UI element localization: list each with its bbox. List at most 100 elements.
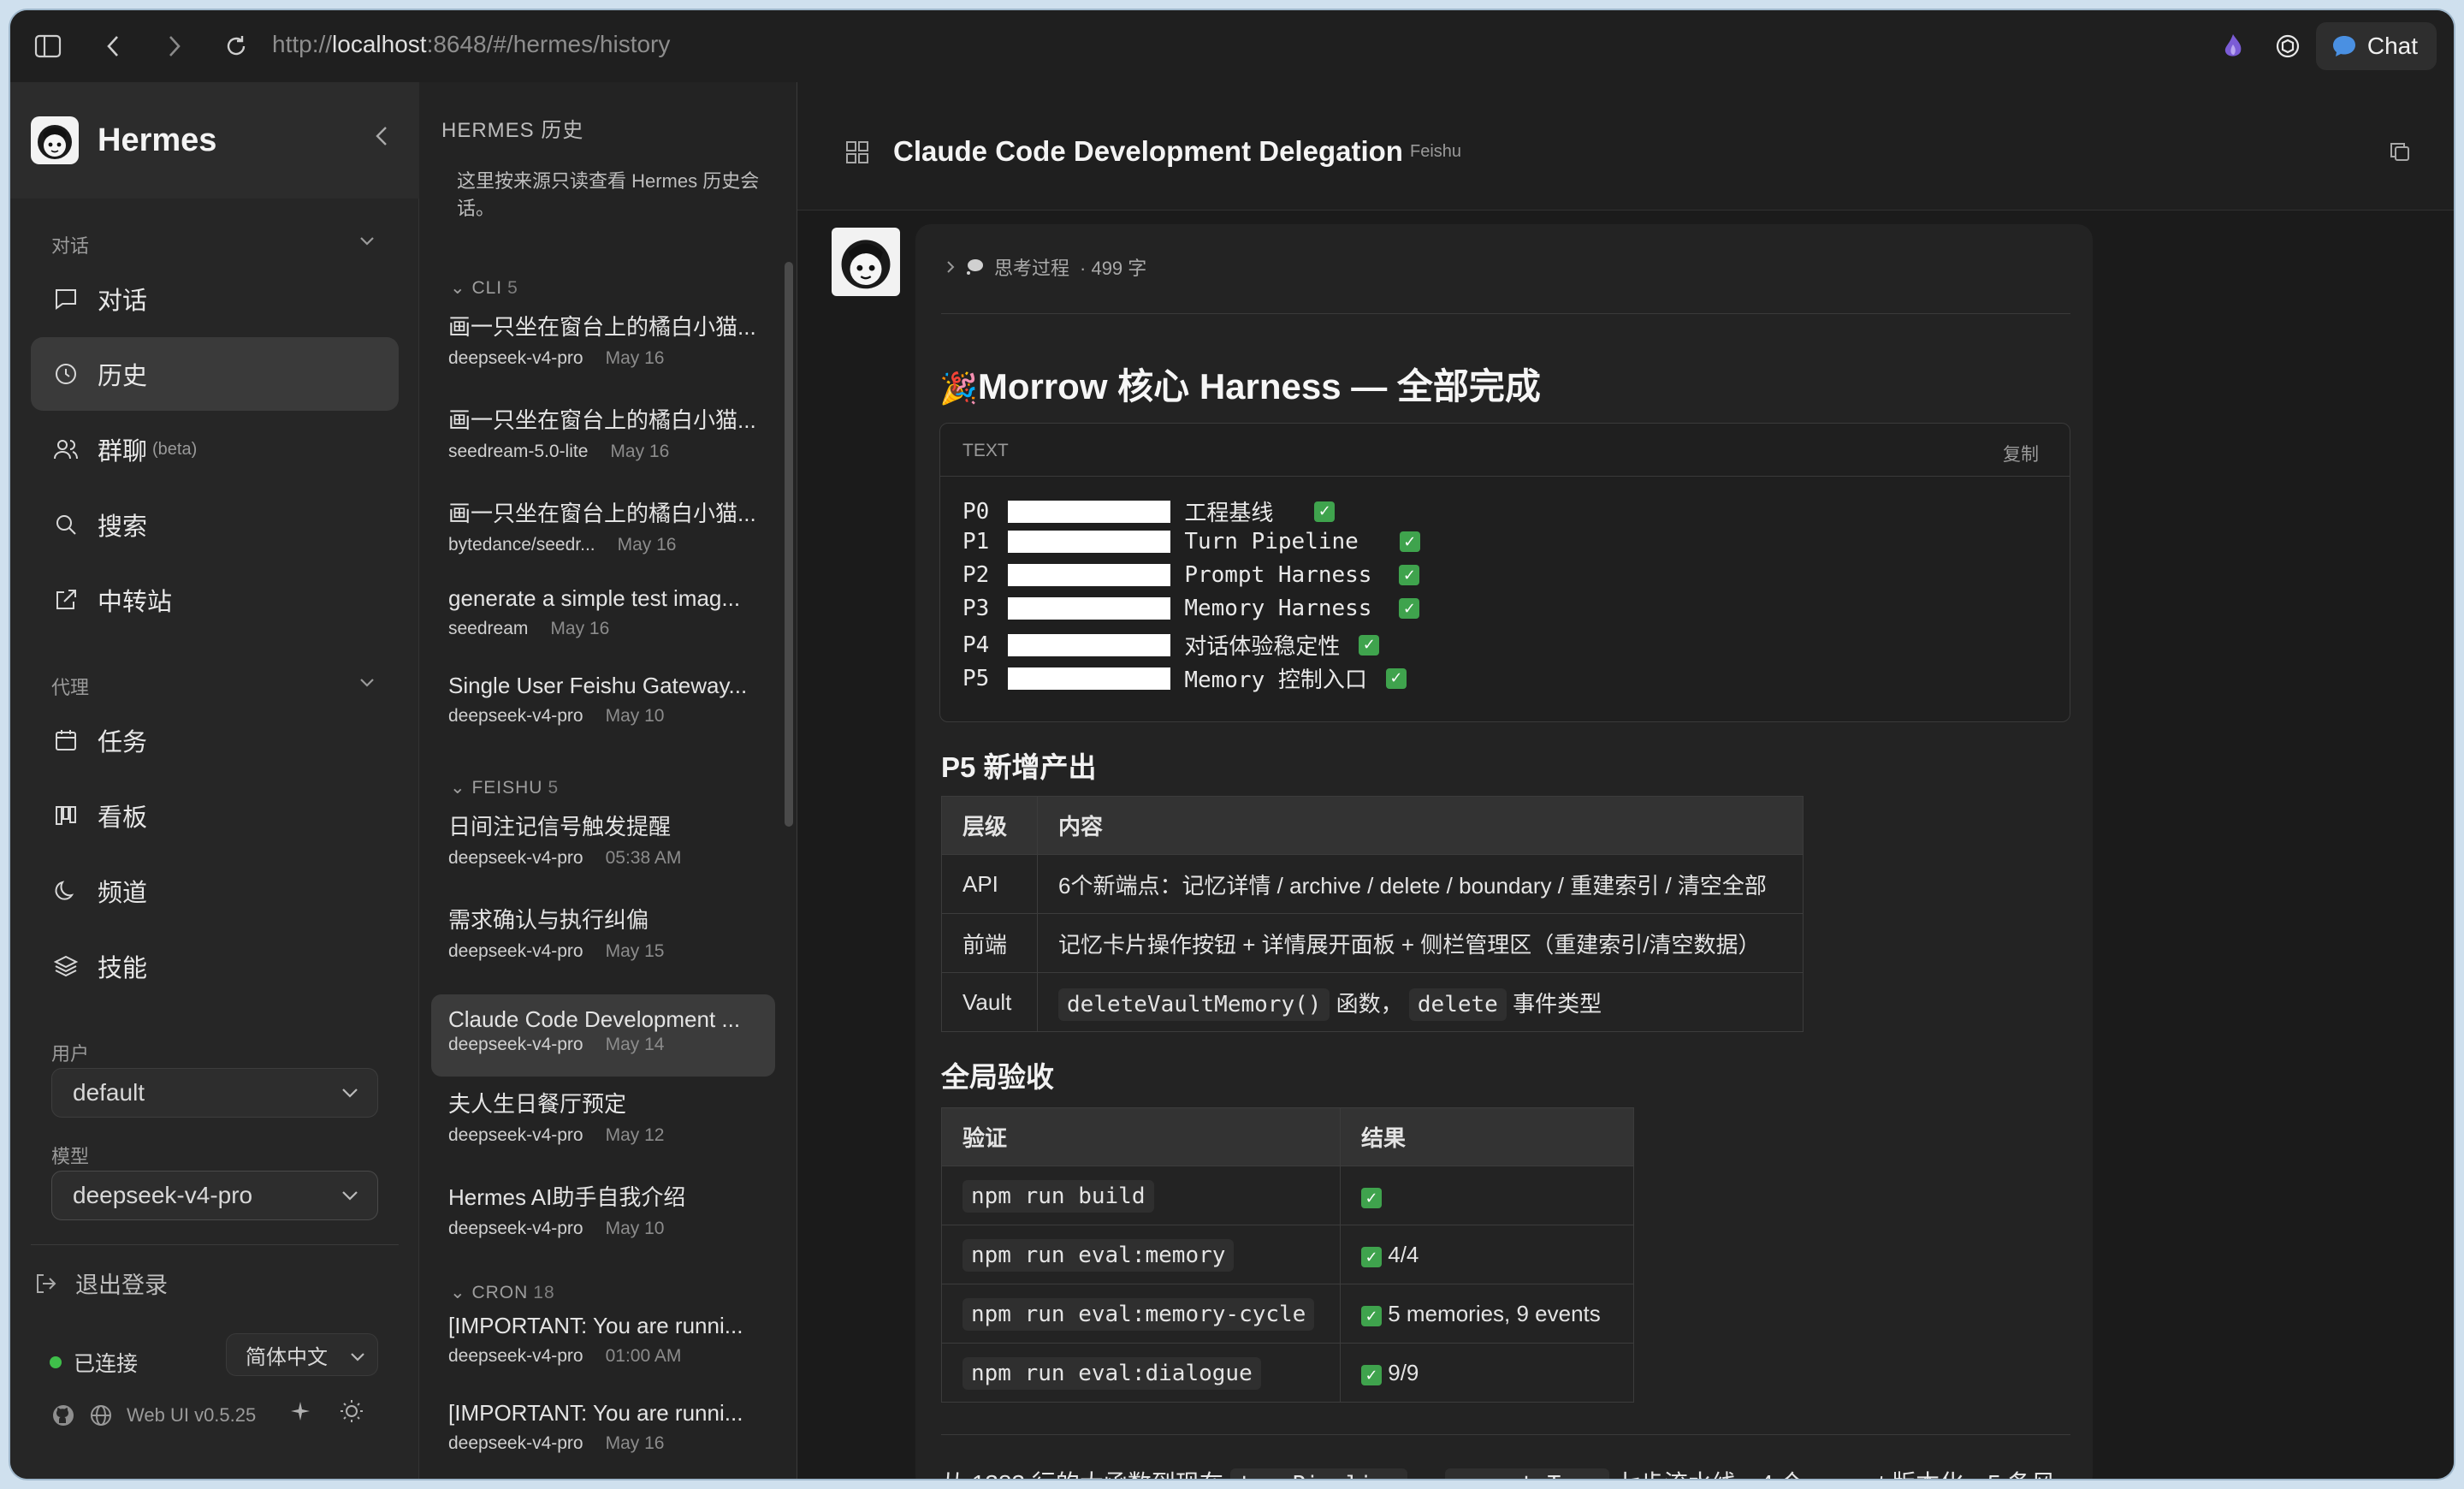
arrow: →	[1414, 1470, 1438, 1479]
table-header: 结果	[1340, 1107, 1634, 1166]
history-item-date: May 12	[605, 1125, 665, 1145]
nav-item-kanban[interactable]: 看板	[31, 779, 399, 852]
history-item-model: deepseek-v4-pro	[448, 1346, 583, 1366]
history-item-model: deepseek-v4-pro	[448, 348, 583, 368]
table-header: 层级	[941, 796, 1038, 855]
thinking-toggle[interactable]: 思考过程 · 499 字	[946, 253, 1146, 281]
nav-item-tasks[interactable]: 任务	[31, 703, 399, 777]
table-row: npm run build ✓	[941, 1166, 1634, 1225]
inline-code: npm run eval:memory-cycle	[962, 1297, 1315, 1331]
check-icon: ✓	[1361, 1365, 1382, 1385]
history-panel: HERMES 历史 这里按来源只读查看 Hermes 历史会话。 ⌄ CLI 5 …	[419, 82, 797, 1479]
nav-item-group-chat[interactable]: 群聊 (beta)	[31, 412, 399, 486]
section-agent-header[interactable]: 代理	[51, 673, 374, 700]
user-select-value: default	[73, 1079, 145, 1106]
table-row: npm run eval:memory ✓ 4/4	[941, 1225, 1634, 1284]
code-line: P3 Memory Harness ✓	[962, 596, 1420, 621]
group-count: 5	[548, 778, 560, 798]
history-item-title: generate a simple test imag...	[448, 585, 741, 611]
history-item[interactable]: 画一只坐在窗台上的橘白小猫... deepseek-v4-pro May 16	[431, 298, 775, 380]
kanban-icon	[56, 806, 76, 825]
nav-item-search[interactable]: 搜索	[31, 488, 399, 561]
table-header-row: 层级 内容	[941, 796, 1804, 855]
nav-item-skills[interactable]: 技能	[31, 929, 399, 1003]
table-header: 验证	[941, 1107, 1341, 1166]
table-cell: 6个新端点：记忆详情 / archive / delete / boundary…	[1037, 854, 1804, 914]
section-chat-label: 对话	[51, 235, 90, 257]
clock-icon	[56, 364, 76, 384]
code-line: P1 Turn Pipeline ✓	[962, 529, 1420, 555]
group-cli-header[interactable]: ⌄ CLI 5	[450, 277, 518, 299]
nav-item-history[interactable]: 历史	[31, 337, 399, 411]
extension-openai-icon[interactable]	[2271, 29, 2305, 63]
reload-icon[interactable]	[219, 29, 253, 63]
group-count: 18	[533, 1283, 555, 1302]
address-bar[interactable]: http://localhost:8648/#/hermes/history	[272, 31, 670, 58]
history-item[interactable]: 画一只坐在窗台上的橘白小猫... seedream-5.0-lite May 16	[431, 391, 775, 473]
inline-code: npm run build	[962, 1179, 1154, 1213]
collapse-sidebar-icon[interactable]	[375, 125, 388, 154]
result-text: 4/4	[1388, 1241, 1419, 1267]
status-label: 已连接	[74, 1352, 139, 1376]
back-icon[interactable]	[96, 29, 130, 63]
model-select[interactable]: deepseek-v4-pro	[51, 1171, 378, 1220]
nav-item-label: 群聊	[98, 438, 148, 466]
nav-item-channels[interactable]: 频道	[31, 854, 399, 928]
language-select[interactable]: 简体中文	[226, 1333, 378, 1376]
forward-icon[interactable]	[157, 29, 192, 63]
github-icon[interactable]	[51, 1403, 75, 1427]
group-count: 5	[507, 278, 518, 298]
sparkle-icon[interactable]	[289, 1400, 311, 1427]
history-item-date: 01:00 AM	[605, 1346, 682, 1366]
history-item-date: May 16	[617, 535, 677, 555]
history-item-selected[interactable]: Claude Code Development ... deepseek-v4-…	[431, 994, 775, 1077]
sidebar-toggle-icon[interactable]	[31, 29, 65, 63]
brand-header: Hermes	[10, 82, 419, 199]
history-item[interactable]: generate a simple test imag... seedream M…	[431, 573, 775, 656]
nav-item-chat[interactable]: 对话	[31, 262, 399, 335]
code-block: TEXT 复制 P0 工程基线 ✓ P1 Turn Pipeline ✓ P2 Promp…	[939, 423, 2070, 722]
history-item[interactable]: 画一只坐在窗台上的橘白小猫... bytedance/seedr... May 1…	[431, 484, 775, 567]
history-item[interactable]: 夫人生日餐厅预定 deepseek-v4-pro May 12	[431, 1075, 775, 1157]
thinking-count: · 499 字	[1080, 258, 1147, 279]
history-item[interactable]: [IMPORTANT: You are runni... deepseek-v4…	[431, 1301, 775, 1383]
check-icon: ✓	[1361, 1306, 1382, 1326]
inline-code: deleteVaultMemory()	[1058, 988, 1330, 1021]
logout-button[interactable]: 退出登录	[34, 1267, 168, 1300]
history-item-date: 05:38 AM	[605, 848, 682, 868]
chat-button[interactable]: Chat	[2315, 22, 2437, 70]
copy-code-button[interactable]: 复制	[2003, 441, 2039, 466]
grid-icon[interactable]	[845, 140, 869, 169]
history-item[interactable]: Single User Feishu Gateway... deepseek-v…	[431, 661, 775, 743]
user-select[interactable]: default	[51, 1068, 378, 1118]
chat-bubble-icon	[2332, 36, 2355, 56]
extension-flame-icon[interactable]	[2216, 29, 2250, 63]
history-item[interactable]: 日间注记信号触发提醒 deepseek-v4-pro 05:38 AM	[431, 798, 775, 880]
group-name: CLI	[471, 278, 503, 298]
history-item[interactable]: 需求确认与执行纠偏 deepseek-v4-pro May 15	[431, 891, 775, 973]
history-item[interactable]: [IMPORTANT: You are runni... deepseek-v4…	[431, 1388, 775, 1470]
table-cell: Vault	[941, 972, 1038, 1032]
thought-bubble-icon	[967, 259, 983, 275]
model-select-value: deepseek-v4-pro	[73, 1182, 253, 1208]
chevron-down-icon	[341, 1081, 358, 1103]
history-item-model: seedream-5.0-lite	[448, 442, 589, 461]
nav-item-relay[interactable]: 中转站	[31, 563, 399, 637]
theme-toggle-sun-icon[interactable]	[339, 1398, 364, 1428]
chevron-down-icon	[359, 229, 375, 252]
chevron-down-icon	[341, 1183, 358, 1206]
chevron-right-icon	[947, 261, 955, 273]
history-item[interactable]: Hermes AI助手自我介绍 deepseek-v4-pro May 10	[431, 1168, 775, 1250]
section-chat-header[interactable]: 对话	[51, 231, 374, 258]
table-cell: API	[941, 854, 1038, 914]
history-item-model: deepseek-v4-pro	[448, 1433, 583, 1453]
globe-icon[interactable]	[89, 1403, 113, 1427]
history-scrollbar[interactable]	[785, 262, 793, 827]
table-row: 前端 记忆卡片操作按钮 + 详情展开面板 + 侧栏管理区（重建索引/清空数据）	[941, 913, 1804, 973]
copy-icon[interactable]	[2389, 140, 2411, 167]
version-label: Web UI v0.5.25	[127, 1404, 257, 1426]
check-icon: ✓	[1314, 501, 1336, 522]
progress-bar	[1008, 633, 1171, 656]
group-feishu-header[interactable]: ⌄ FEISHU 5	[450, 777, 559, 798]
progress-bar	[1008, 597, 1171, 620]
